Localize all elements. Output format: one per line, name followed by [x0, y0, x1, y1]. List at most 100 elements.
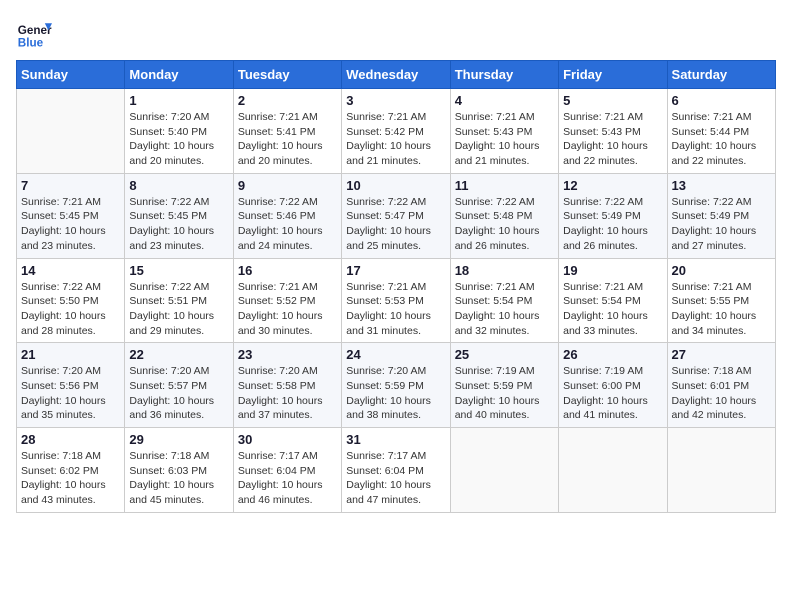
day-info: Sunrise: 7:17 AM Sunset: 6:04 PM Dayligh…	[346, 449, 445, 508]
day-info: Sunrise: 7:22 AM Sunset: 5:48 PM Dayligh…	[455, 195, 554, 254]
calendar-day-cell: 17 Sunrise: 7:21 AM Sunset: 5:53 PM Dayli…	[342, 258, 450, 343]
weekday-header-cell: Monday	[125, 61, 233, 89]
day-info: Sunrise: 7:17 AM Sunset: 6:04 PM Dayligh…	[238, 449, 337, 508]
calendar-day-cell: 31 Sunrise: 7:17 AM Sunset: 6:04 PM Dayli…	[342, 428, 450, 513]
calendar-day-cell: 24Sunrise: 7:20 AM Sunset: 5:59 PM Dayli…	[342, 343, 450, 428]
day-info: Sunrise: 7:21 AM Sunset: 5:54 PM Dayligh…	[455, 280, 554, 339]
day-number: 16	[238, 263, 337, 278]
calendar-day-cell: 16 Sunrise: 7:21 AM Sunset: 5:52 PM Dayli…	[233, 258, 341, 343]
calendar-day-cell: 5 Sunrise: 7:21 AM Sunset: 5:43 PM Daylig…	[559, 89, 667, 174]
calendar-week-row: 28 Sunrise: 7:18 AM Sunset: 6:02 PM Dayli…	[17, 428, 776, 513]
calendar-table: SundayMondayTuesdayWednesdayThursdayFrid…	[16, 60, 776, 513]
calendar-day-cell: 9 Sunrise: 7:22 AM Sunset: 5:46 PM Daylig…	[233, 173, 341, 258]
day-info: Sunrise: 7:22 AM Sunset: 5:51 PM Dayligh…	[129, 280, 228, 339]
day-info: Sunrise: 7:21 AM Sunset: 5:42 PM Dayligh…	[346, 110, 445, 169]
day-info: Sunrise: 7:21 AM Sunset: 5:54 PM Dayligh…	[563, 280, 662, 339]
day-number: 15	[129, 263, 228, 278]
day-number: 8	[129, 178, 228, 193]
weekday-header-row: SundayMondayTuesdayWednesdayThursdayFrid…	[17, 61, 776, 89]
day-info: Sunrise: 7:22 AM Sunset: 5:45 PM Dayligh…	[129, 195, 228, 254]
day-info: Sunrise: 7:18 AM Sunset: 6:02 PM Dayligh…	[21, 449, 120, 508]
weekday-header-cell: Wednesday	[342, 61, 450, 89]
day-number: 24	[346, 347, 445, 362]
calendar-day-cell: 14 Sunrise: 7:22 AM Sunset: 5:50 PM Dayli…	[17, 258, 125, 343]
weekday-header-cell: Tuesday	[233, 61, 341, 89]
calendar-day-cell: 3 Sunrise: 7:21 AM Sunset: 5:42 PM Daylig…	[342, 89, 450, 174]
day-number: 28	[21, 432, 120, 447]
calendar-day-cell: 29Sunrise: 7:18 AM Sunset: 6:03 PM Dayli…	[125, 428, 233, 513]
calendar-day-cell	[559, 428, 667, 513]
calendar-day-cell: 21 Sunrise: 7:20 AM Sunset: 5:56 PM Dayli…	[17, 343, 125, 428]
day-number: 4	[455, 93, 554, 108]
day-number: 20	[672, 263, 771, 278]
day-info: Sunrise: 7:21 AM Sunset: 5:41 PM Dayligh…	[238, 110, 337, 169]
day-info: Sunrise: 7:22 AM Sunset: 5:49 PM Dayligh…	[672, 195, 771, 254]
calendar-day-cell: 30 Sunrise: 7:17 AM Sunset: 6:04 PM Dayli…	[233, 428, 341, 513]
calendar-day-cell: 6 Sunrise: 7:21 AM Sunset: 5:44 PM Daylig…	[667, 89, 775, 174]
weekday-header-cell: Sunday	[17, 61, 125, 89]
day-info: Sunrise: 7:21 AM Sunset: 5:52 PM Dayligh…	[238, 280, 337, 339]
day-number: 30	[238, 432, 337, 447]
day-info: Sunrise: 7:20 AM Sunset: 5:56 PM Dayligh…	[21, 364, 120, 423]
calendar-day-cell: 27 Sunrise: 7:18 AM Sunset: 6:01 PM Dayli…	[667, 343, 775, 428]
logo: General Blue	[16, 16, 52, 52]
day-number: 29	[129, 432, 228, 447]
calendar-day-cell	[667, 428, 775, 513]
calendar-day-cell: 7Sunrise: 7:21 AM Sunset: 5:45 PM Daylig…	[17, 173, 125, 258]
day-number: 10	[346, 178, 445, 193]
day-number: 23	[238, 347, 337, 362]
day-info: Sunrise: 7:21 AM Sunset: 5:44 PM Dayligh…	[672, 110, 771, 169]
day-number: 22	[129, 347, 228, 362]
calendar-week-row: 7Sunrise: 7:21 AM Sunset: 5:45 PM Daylig…	[17, 173, 776, 258]
day-info: Sunrise: 7:21 AM Sunset: 5:55 PM Dayligh…	[672, 280, 771, 339]
weekday-header-cell: Saturday	[667, 61, 775, 89]
day-number: 19	[563, 263, 662, 278]
calendar-day-cell: 8 Sunrise: 7:22 AM Sunset: 5:45 PM Daylig…	[125, 173, 233, 258]
calendar-day-cell: 23 Sunrise: 7:20 AM Sunset: 5:58 PM Dayli…	[233, 343, 341, 428]
calendar-day-cell: 20 Sunrise: 7:21 AM Sunset: 5:55 PM Dayli…	[667, 258, 775, 343]
calendar-day-cell: 4 Sunrise: 7:21 AM Sunset: 5:43 PM Daylig…	[450, 89, 558, 174]
calendar-week-row: 14 Sunrise: 7:22 AM Sunset: 5:50 PM Dayli…	[17, 258, 776, 343]
calendar-day-cell	[450, 428, 558, 513]
day-info: Sunrise: 7:21 AM Sunset: 5:53 PM Dayligh…	[346, 280, 445, 339]
day-number: 14	[21, 263, 120, 278]
day-number: 11	[455, 178, 554, 193]
day-number: 2	[238, 93, 337, 108]
day-number: 27	[672, 347, 771, 362]
day-info: Sunrise: 7:21 AM Sunset: 5:43 PM Dayligh…	[563, 110, 662, 169]
calendar-day-cell: 18Sunrise: 7:21 AM Sunset: 5:54 PM Dayli…	[450, 258, 558, 343]
calendar-day-cell: 11 Sunrise: 7:22 AM Sunset: 5:48 PM Dayli…	[450, 173, 558, 258]
logo-icon: General Blue	[16, 16, 52, 52]
calendar-week-row: 21 Sunrise: 7:20 AM Sunset: 5:56 PM Dayli…	[17, 343, 776, 428]
calendar-body: 1Sunrise: 7:20 AM Sunset: 5:40 PM Daylig…	[17, 89, 776, 513]
day-info: Sunrise: 7:22 AM Sunset: 5:46 PM Dayligh…	[238, 195, 337, 254]
day-info: Sunrise: 7:22 AM Sunset: 5:50 PM Dayligh…	[21, 280, 120, 339]
day-number: 17	[346, 263, 445, 278]
day-number: 5	[563, 93, 662, 108]
calendar-day-cell: 19 Sunrise: 7:21 AM Sunset: 5:54 PM Dayli…	[559, 258, 667, 343]
weekday-header-cell: Thursday	[450, 61, 558, 89]
day-info: Sunrise: 7:20 AM Sunset: 5:58 PM Dayligh…	[238, 364, 337, 423]
calendar-day-cell: 13Sunrise: 7:22 AM Sunset: 5:49 PM Dayli…	[667, 173, 775, 258]
svg-text:Blue: Blue	[18, 37, 44, 50]
day-number: 6	[672, 93, 771, 108]
day-info: Sunrise: 7:18 AM Sunset: 6:01 PM Dayligh…	[672, 364, 771, 423]
weekday-header-cell: Friday	[559, 61, 667, 89]
day-number: 3	[346, 93, 445, 108]
day-info: Sunrise: 7:20 AM Sunset: 5:57 PM Dayligh…	[129, 364, 228, 423]
day-number: 26	[563, 347, 662, 362]
calendar-day-cell: 1Sunrise: 7:20 AM Sunset: 5:40 PM Daylig…	[125, 89, 233, 174]
day-number: 21	[21, 347, 120, 362]
calendar-day-cell: 15 Sunrise: 7:22 AM Sunset: 5:51 PM Dayli…	[125, 258, 233, 343]
day-number: 9	[238, 178, 337, 193]
day-number: 1	[129, 93, 228, 108]
page-header: General Blue	[16, 16, 776, 52]
calendar-day-cell: 28 Sunrise: 7:18 AM Sunset: 6:02 PM Dayli…	[17, 428, 125, 513]
calendar-day-cell: 22 Sunrise: 7:20 AM Sunset: 5:57 PM Dayli…	[125, 343, 233, 428]
calendar-day-cell: 12Sunrise: 7:22 AM Sunset: 5:49 PM Dayli…	[559, 173, 667, 258]
day-info: Sunrise: 7:21 AM Sunset: 5:43 PM Dayligh…	[455, 110, 554, 169]
calendar-day-cell: 26Sunrise: 7:19 AM Sunset: 6:00 PM Dayli…	[559, 343, 667, 428]
calendar-day-cell: 25Sunrise: 7:19 AM Sunset: 5:59 PM Dayli…	[450, 343, 558, 428]
day-number: 31	[346, 432, 445, 447]
day-info: Sunrise: 7:22 AM Sunset: 5:49 PM Dayligh…	[563, 195, 662, 254]
